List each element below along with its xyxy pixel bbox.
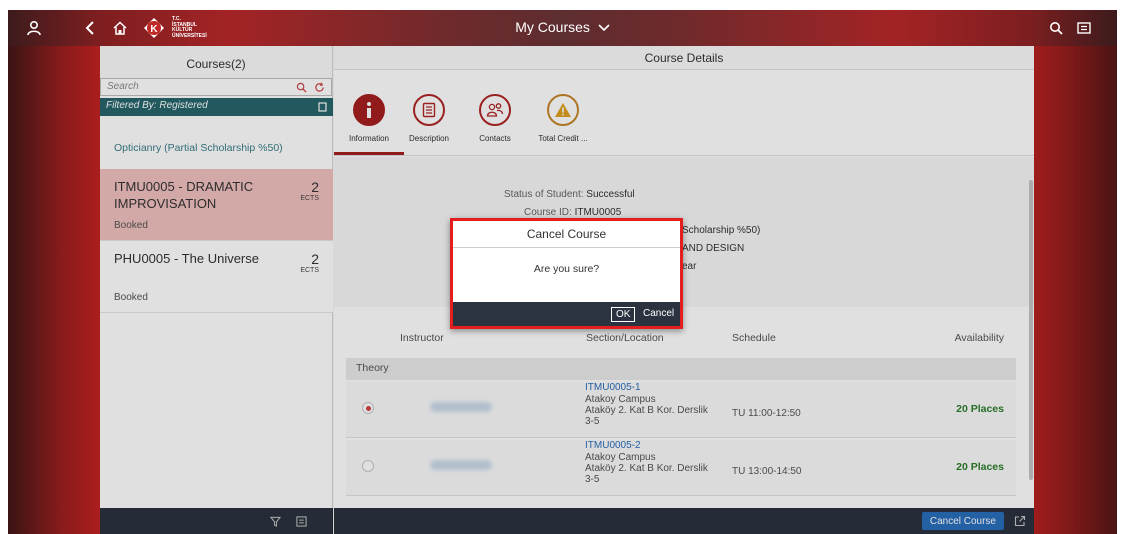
cancel-course-dialog: Cancel Course Are you sure? OK Cancel: [450, 218, 683, 329]
dialog-footer: OK Cancel: [453, 302, 680, 326]
search-icon[interactable]: [1046, 18, 1066, 38]
shell-title[interactable]: My Courses: [8, 19, 1117, 35]
cancel-button[interactable]: Cancel: [643, 308, 674, 319]
ok-button[interactable]: OK: [611, 307, 636, 322]
notifications-icon[interactable]: [1074, 18, 1094, 38]
page-title: My Courses: [515, 19, 590, 35]
chevron-down-icon: [598, 24, 610, 32]
dialog-message: Are you sure?: [533, 263, 600, 275]
shell-bar: K T.C. İSTANBUL KÜLTÜR ÜNİVERSİTESİ My C…: [8, 10, 1117, 46]
dialog-title: Cancel Course: [453, 221, 680, 248]
